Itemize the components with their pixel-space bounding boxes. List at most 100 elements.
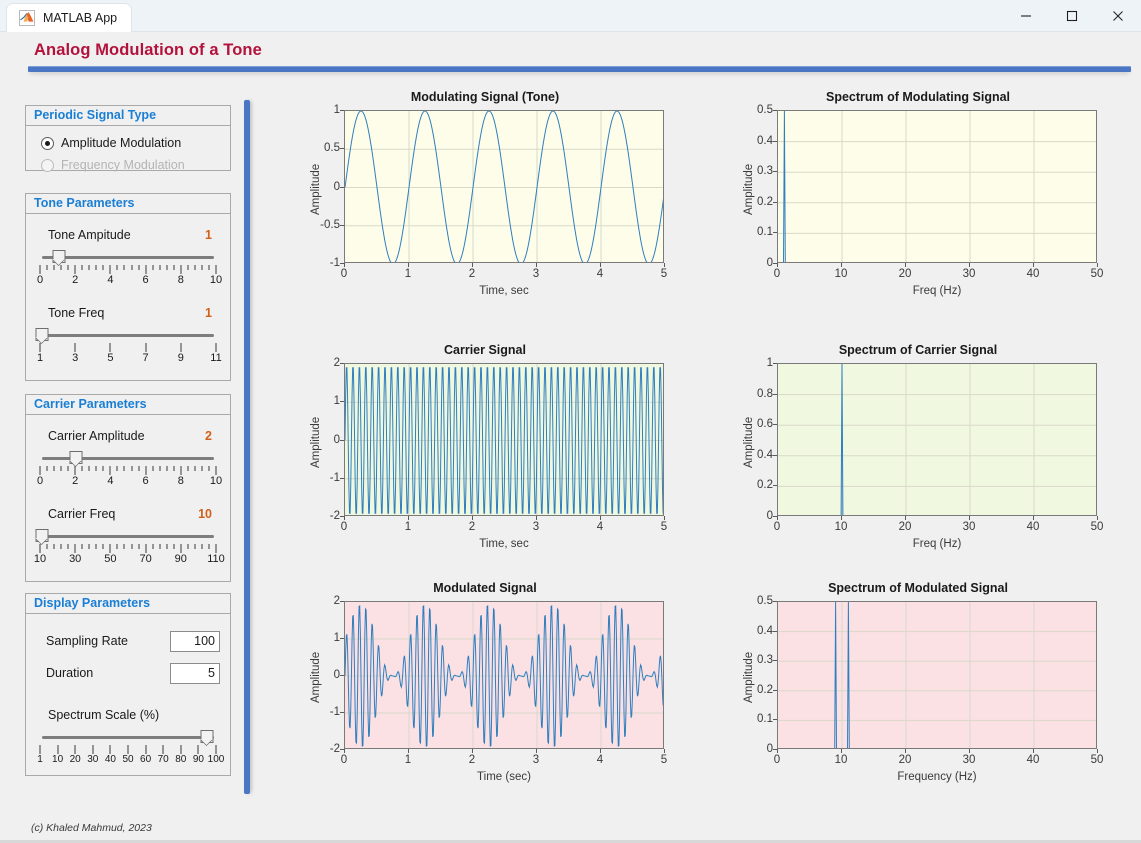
panel-display-parameters: Display Parameters Sampling Rate 100 Dur… (25, 593, 231, 776)
x-tick-mark (841, 516, 842, 520)
plot-area[interactable] (777, 110, 1097, 263)
y-tick-label: 2 (333, 595, 340, 607)
window-tab[interactable]: MATLAB App (6, 2, 133, 32)
x-tick-mark (344, 516, 345, 520)
tone-amplitude-value: 1 (205, 228, 212, 242)
y-tick-label: -2 (329, 510, 340, 522)
y-tick-mark (340, 110, 344, 111)
y-tick-label: 0 (766, 743, 773, 755)
spectrum-scale-tick-label: 60 (140, 754, 152, 765)
radio-option-1: Frequency Modulation (36, 154, 220, 176)
y-tick-label: 0.5 (324, 142, 340, 155)
x-tick-label: 30 (962, 268, 976, 280)
x-tick-label: 10 (834, 754, 848, 766)
y-tick-mark (340, 712, 344, 713)
x-tick-mark (969, 263, 970, 267)
spectrum-scale-tick-label: 30 (87, 754, 99, 765)
panel-signal-type: Periodic Signal Type Amplitude Modulatio… (25, 105, 231, 172)
spectrum-scale-tick-label: 1 (37, 754, 43, 765)
y-tick-mark (773, 171, 777, 173)
spectrum-scale-ticks (39, 745, 217, 754)
radio-selected-icon[interactable] (41, 136, 54, 150)
y-tick-mark (773, 263, 777, 264)
x-tick-mark (905, 263, 906, 267)
spectrum-scale-tick-label: 90 (192, 754, 204, 765)
carrier-freq-label: Carrier Freq (48, 507, 116, 521)
plot-area[interactable] (344, 363, 664, 516)
display-field-row-0: Sampling Rate 100 (36, 628, 220, 654)
radio-option-label: Amplitude Modulation (61, 136, 182, 150)
y-tick-mark (773, 719, 777, 721)
y-tick-mark (340, 401, 344, 403)
chart-carrier-signal: Carrier Signal 0 1 2 3 4 5 -2 -1 0 1 2 Amplitude T… (300, 343, 670, 558)
close-icon[interactable] (1095, 0, 1141, 32)
duration-input[interactable]: 5 (170, 662, 220, 684)
x-tick-label: 50 (1090, 521, 1104, 533)
carrier-amplitude-slider[interactable] (38, 451, 218, 465)
x-tick-mark (1033, 516, 1034, 520)
spectrum-scale-slider[interactable] (38, 730, 218, 744)
radio-option-0[interactable]: Amplitude Modulation (36, 132, 220, 154)
tone-amplitude-thumb[interactable] (52, 250, 66, 263)
chart-title: Carrier Signal (444, 343, 526, 357)
x-axis-label: Time (sec) (477, 771, 531, 783)
minimize-icon[interactable] (1003, 0, 1049, 32)
x-axis-label: Time, sec (479, 538, 529, 550)
panel-display-title: Display Parameters (26, 594, 230, 614)
y-axis-label: Amplitude (743, 163, 755, 215)
x-tick-label: 20 (898, 521, 912, 533)
spectrum-scale-thumb[interactable] (200, 730, 214, 743)
tone-amplitude-tick-label: 0 (36, 274, 44, 286)
plot-area[interactable] (344, 601, 664, 749)
x-tick-mark (777, 263, 778, 267)
x-tick-mark (344, 749, 345, 753)
x-tick-mark (841, 263, 842, 267)
x-tick-mark (1097, 516, 1098, 520)
y-tick-mark (340, 749, 344, 750)
maximize-icon[interactable] (1049, 0, 1095, 32)
x-tick-mark (905, 516, 906, 520)
tone-amplitude-tick-label: 8 (177, 274, 184, 286)
x-tick-mark (408, 749, 409, 753)
x-tick-mark (969, 749, 970, 753)
panel-tone-body: Tone Ampitude 1 0 2 4 6 8 10 Tone Freq 1 1 3 5 7… (26, 214, 230, 376)
matlab-icon (19, 9, 35, 26)
y-tick-mark (340, 224, 344, 226)
x-tick-label: 2 (468, 268, 476, 280)
radio-unselected-icon (41, 158, 54, 172)
chart-spectrum-carrier-signal: Spectrum of Carrier Signal 0 10 20 30 40 50 0 0… (733, 343, 1103, 558)
carrier-freq-slider[interactable] (35, 529, 218, 543)
x-tick-mark (472, 749, 473, 753)
x-tick-mark (536, 516, 537, 520)
carrier-freq-thumb[interactable] (35, 529, 49, 542)
tone-amplitude-group: Tone Ampitude 1 0 2 4 6 8 10 (36, 228, 222, 288)
plot-area[interactable] (777, 363, 1097, 516)
sampling-rate-input[interactable]: 100 (170, 630, 220, 652)
x-tick-mark (777, 516, 778, 520)
tone-freq-slider[interactable] (35, 328, 218, 342)
y-axis-label: Amplitude (743, 416, 755, 468)
carrier-amplitude-header: Carrier Amplitude 2 (38, 429, 218, 443)
carrier-amplitude-thumb[interactable] (69, 451, 83, 464)
y-tick-label: -2 (329, 743, 340, 755)
y-tick-mark (773, 485, 777, 487)
tone-amplitude-tick-labels: 0 2 4 6 8 10 (36, 274, 222, 288)
y-tick-mark (340, 439, 344, 441)
tone-freq-tick-label: 11 (210, 352, 222, 364)
spectrum-scale-track (42, 736, 214, 739)
spectrum-scale-group: Spectrum Scale (%) 1 10 20 30 40 50 60 70 80 90 10… (36, 708, 224, 768)
x-tick-mark (664, 263, 665, 267)
y-tick-mark (340, 638, 344, 639)
carrier-freq-tick-label: 70 (139, 553, 152, 565)
x-tick-mark (841, 749, 842, 753)
carrier-amplitude-tick-labels: 0 2 4 6 8 10 (37, 475, 222, 489)
x-tick-mark (536, 749, 537, 753)
panel-splitter[interactable] (244, 100, 250, 794)
tone-freq-thumb[interactable] (35, 328, 49, 341)
x-tick-mark (664, 749, 665, 753)
tone-amplitude-slider[interactable] (38, 250, 218, 264)
y-tick-label: 0.5 (757, 104, 773, 116)
plot-area[interactable] (777, 601, 1097, 749)
x-tick-label: 50 (1090, 754, 1104, 766)
plot-area[interactable] (344, 110, 664, 263)
